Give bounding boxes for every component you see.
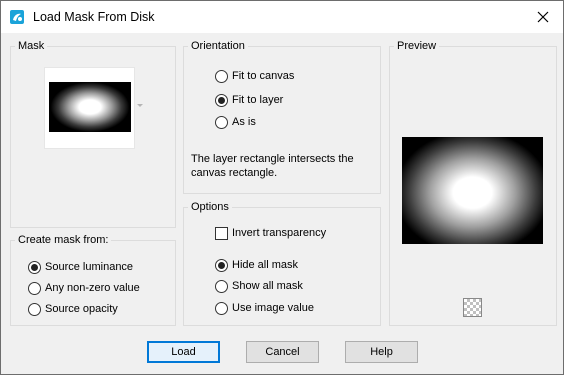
title-bar: Load Mask From Disk	[1, 1, 563, 33]
orientation-description: The layer rectangle intersects the canva…	[191, 152, 354, 180]
chevron-down-icon[interactable]	[137, 103, 143, 109]
orientation-description-line1: The layer rectangle intersects the	[191, 153, 354, 165]
radio-label: Source opacity	[45, 303, 118, 315]
radio-label: As is	[232, 116, 256, 128]
radio-indicator	[215, 301, 228, 315]
checkbox-label: Invert transparency	[232, 227, 327, 239]
options-group-title: Options	[188, 200, 232, 214]
checkbox-indicator	[215, 226, 228, 240]
load-mask-dialog: Load Mask From Disk Mask Create mask fro…	[0, 0, 564, 375]
orientation-group-title: Orientation	[188, 39, 248, 53]
radio-any-non-zero-value[interactable]: Any non-zero value	[28, 280, 140, 296]
invert-transparency-checkbox[interactable]: Invert transparency	[215, 225, 326, 241]
mask-group-title: Mask	[15, 39, 48, 53]
close-button[interactable]	[523, 1, 563, 33]
radio-indicator	[215, 115, 228, 129]
psp-app-icon	[10, 10, 24, 24]
radio-label: Any non-zero value	[45, 282, 140, 294]
mask-preview-image	[402, 137, 543, 244]
radio-indicator	[28, 260, 41, 274]
radio-as-is[interactable]: As is	[215, 114, 256, 130]
radio-indicator	[28, 281, 41, 295]
radio-fit-to-canvas[interactable]: Fit to canvas	[215, 68, 294, 84]
create-mask-from-title: Create mask from:	[15, 233, 112, 247]
radio-show-all-mask[interactable]: Show all mask	[215, 278, 303, 294]
orientation-description-line2: canvas rectangle.	[191, 167, 278, 179]
radio-indicator	[215, 69, 228, 83]
mask-thumbnail-dropdown[interactable]	[44, 67, 135, 149]
radio-label: Show all mask	[232, 280, 303, 292]
radio-indicator	[215, 93, 228, 107]
preview-group-title: Preview	[394, 39, 440, 53]
dialog-title: Load Mask From Disk	[33, 10, 155, 24]
radio-label: Fit to canvas	[232, 70, 295, 82]
radio-label: Fit to layer	[232, 94, 284, 106]
help-button[interactable]: Help	[345, 341, 418, 363]
cancel-button[interactable]: Cancel	[246, 341, 319, 363]
close-icon	[537, 11, 549, 23]
mask-thumbnail-image	[49, 82, 131, 132]
radio-fit-to-layer[interactable]: Fit to layer	[215, 92, 283, 108]
radio-indicator	[215, 279, 228, 293]
radio-hide-all-mask[interactable]: Hide all mask	[215, 257, 298, 273]
transparency-toggle-icon[interactable]	[463, 298, 482, 317]
radio-label: Source luminance	[45, 261, 134, 273]
radio-source-opacity[interactable]: Source opacity	[28, 301, 118, 317]
radio-indicator	[28, 302, 41, 316]
load-button[interactable]: Load	[147, 341, 220, 363]
radio-indicator	[215, 258, 228, 272]
radio-label: Use image value	[232, 302, 314, 314]
radio-label: Hide all mask	[232, 259, 299, 271]
radio-source-luminance[interactable]: Source luminance	[28, 259, 133, 275]
radio-use-image-value[interactable]: Use image value	[215, 300, 314, 316]
